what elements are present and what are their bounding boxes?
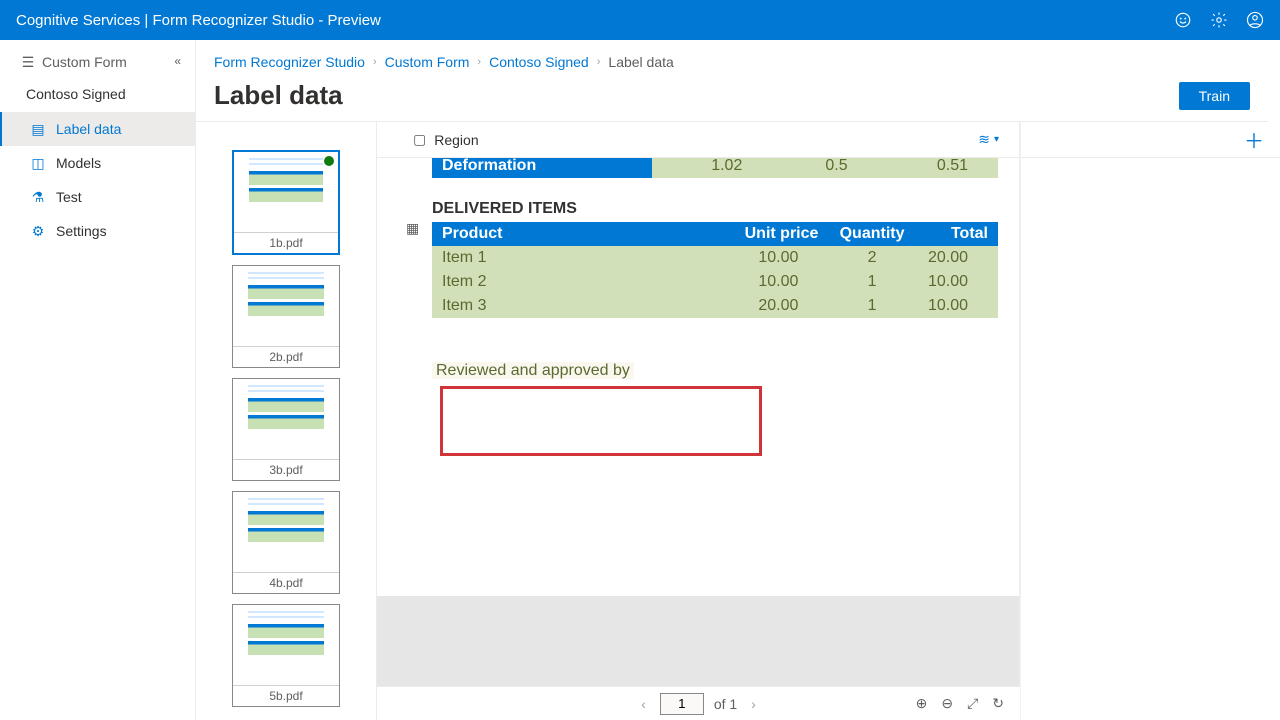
document-canvas[interactable]: ▦ Deformation 1.02 0.5 0.51 DELIVER bbox=[376, 158, 1020, 596]
nav-settings[interactable]: ⚙ Settings bbox=[0, 214, 195, 248]
collapse-sidebar-icon[interactable]: « bbox=[174, 54, 181, 68]
trunc-header: Deformation bbox=[432, 158, 652, 178]
thumb-3[interactable]: 3b.pdf bbox=[232, 378, 340, 481]
chevron-right-icon: › bbox=[477, 56, 481, 68]
review-label: Reviewed and approved by bbox=[432, 362, 634, 379]
thumb-2[interactable]: 2b.pdf bbox=[232, 265, 340, 368]
cube-icon: ◫ bbox=[30, 155, 46, 171]
cell: 10.00 bbox=[732, 246, 828, 270]
cell: 10.00 bbox=[916, 294, 998, 318]
nav-settings-text: Settings bbox=[56, 223, 107, 239]
nav-label-data[interactable]: ▤ Label data bbox=[0, 112, 195, 146]
account-icon[interactable] bbox=[1246, 11, 1264, 29]
nav-test[interactable]: ⚗ Test bbox=[0, 180, 195, 214]
app-title: Cognitive Services | Form Recognizer Stu… bbox=[16, 12, 381, 29]
next-page-button[interactable]: › bbox=[747, 696, 760, 712]
cell: 10.00 bbox=[916, 270, 998, 294]
topbar-actions bbox=[1174, 11, 1264, 29]
fit-icon[interactable]: ⤢ bbox=[967, 695, 978, 712]
labels-panel: ＋ bbox=[1020, 122, 1280, 720]
page-total: of 1 bbox=[714, 696, 737, 712]
gear-icon: ⚙ bbox=[30, 223, 46, 239]
thumb-caption: 4b.pdf bbox=[233, 572, 339, 593]
chevron-right-icon: › bbox=[597, 56, 601, 68]
list-icon: ☰ bbox=[20, 54, 36, 70]
cell: Item 2 bbox=[432, 270, 732, 294]
section-title: DELIVERED ITEMS bbox=[432, 196, 998, 222]
zoom-out-icon[interactable]: ⊖ bbox=[941, 695, 953, 712]
rotate-icon[interactable]: ↻ bbox=[992, 695, 1004, 712]
project-type[interactable]: ☰ Custom Form bbox=[0, 40, 195, 80]
trunc-val-2: 0.51 bbox=[878, 158, 998, 178]
region-icon[interactable]: ▢ bbox=[413, 131, 426, 148]
thumb-caption: 5b.pdf bbox=[233, 685, 339, 706]
canvas-gutter bbox=[376, 596, 1020, 686]
crumb-current: Label data bbox=[608, 54, 673, 70]
cell: 2 bbox=[828, 246, 915, 270]
cell: 20.00 bbox=[732, 294, 828, 318]
cell: 1 bbox=[828, 294, 915, 318]
pager: ‹ of 1 › ⊕ ⊖ ⤢ ↻ bbox=[376, 686, 1020, 720]
page-title: Label data bbox=[214, 80, 343, 111]
cell: Item 3 bbox=[432, 294, 732, 318]
thumb-caption: 2b.pdf bbox=[233, 346, 339, 367]
col-total: Total bbox=[916, 222, 998, 246]
add-label-button[interactable]: ＋ bbox=[1244, 125, 1264, 154]
flask-icon: ⚗ bbox=[30, 189, 46, 205]
top-bar: Cognitive Services | Form Recognizer Stu… bbox=[0, 0, 1280, 40]
trunc-val-1: 0.5 bbox=[772, 158, 877, 178]
col-qty: Quantity bbox=[828, 222, 915, 246]
prev-page-button[interactable]: ‹ bbox=[637, 696, 650, 712]
crumb-project[interactable]: Contoso Signed bbox=[489, 54, 589, 70]
chevron-right-icon: › bbox=[373, 56, 377, 68]
layers-dropdown[interactable]: ≋ ▾ bbox=[978, 131, 999, 148]
thumb-4[interactable]: 4b.pdf bbox=[232, 491, 340, 594]
feedback-icon[interactable] bbox=[1174, 11, 1192, 29]
labeled-dot-icon bbox=[324, 156, 334, 166]
trunc-val-0: 1.02 bbox=[652, 158, 772, 178]
thumb-5[interactable]: 5b.pdf bbox=[232, 604, 340, 707]
zoom-in-icon[interactable]: ⊕ bbox=[916, 695, 928, 712]
table-icon[interactable]: ▦ bbox=[406, 220, 419, 237]
thumb-caption: 1b.pdf bbox=[234, 232, 338, 253]
col-product: Product bbox=[432, 222, 732, 246]
chevron-down-icon: ▾ bbox=[994, 134, 999, 145]
nav-test-text: Test bbox=[56, 189, 82, 205]
nav-models-text: Models bbox=[56, 155, 101, 171]
project-name[interactable]: Contoso Signed bbox=[0, 80, 195, 112]
document-icon: ▤ bbox=[30, 121, 46, 137]
nav-models[interactable]: ◫ Models bbox=[0, 146, 195, 180]
crumb-custom[interactable]: Custom Form bbox=[385, 54, 470, 70]
signature-region[interactable] bbox=[440, 386, 762, 456]
canvas-toolbar: ▢ Region ≋ ▾ bbox=[376, 122, 1020, 158]
project-type-label: Custom Form bbox=[42, 54, 127, 70]
nav-label-data-text: Label data bbox=[56, 121, 121, 137]
cell: 1 bbox=[828, 270, 915, 294]
col-unit: Unit price bbox=[732, 222, 828, 246]
crumb-studio[interactable]: Form Recognizer Studio bbox=[214, 54, 365, 70]
cell: 20.00 bbox=[916, 246, 998, 270]
cell: 10.00 bbox=[732, 270, 828, 294]
page-input[interactable] bbox=[660, 693, 704, 715]
region-label[interactable]: Region bbox=[434, 132, 478, 148]
thumb-1[interactable]: 1b.pdf bbox=[232, 150, 340, 255]
thumbnail-list: 1b.pdf 2b.pdf 3b.pdf 4b.pdf 5b.pdf bbox=[196, 122, 376, 720]
gear-icon[interactable] bbox=[1210, 11, 1228, 29]
breadcrumb: Form Recognizer Studio › Custom Form › Con… bbox=[196, 40, 1280, 76]
train-button[interactable]: Train bbox=[1179, 82, 1250, 110]
cell: Item 1 bbox=[432, 246, 732, 270]
thumb-caption: 3b.pdf bbox=[233, 459, 339, 480]
sidebar: « ☰ Custom Form Contoso Signed ▤ Label d… bbox=[0, 40, 196, 720]
